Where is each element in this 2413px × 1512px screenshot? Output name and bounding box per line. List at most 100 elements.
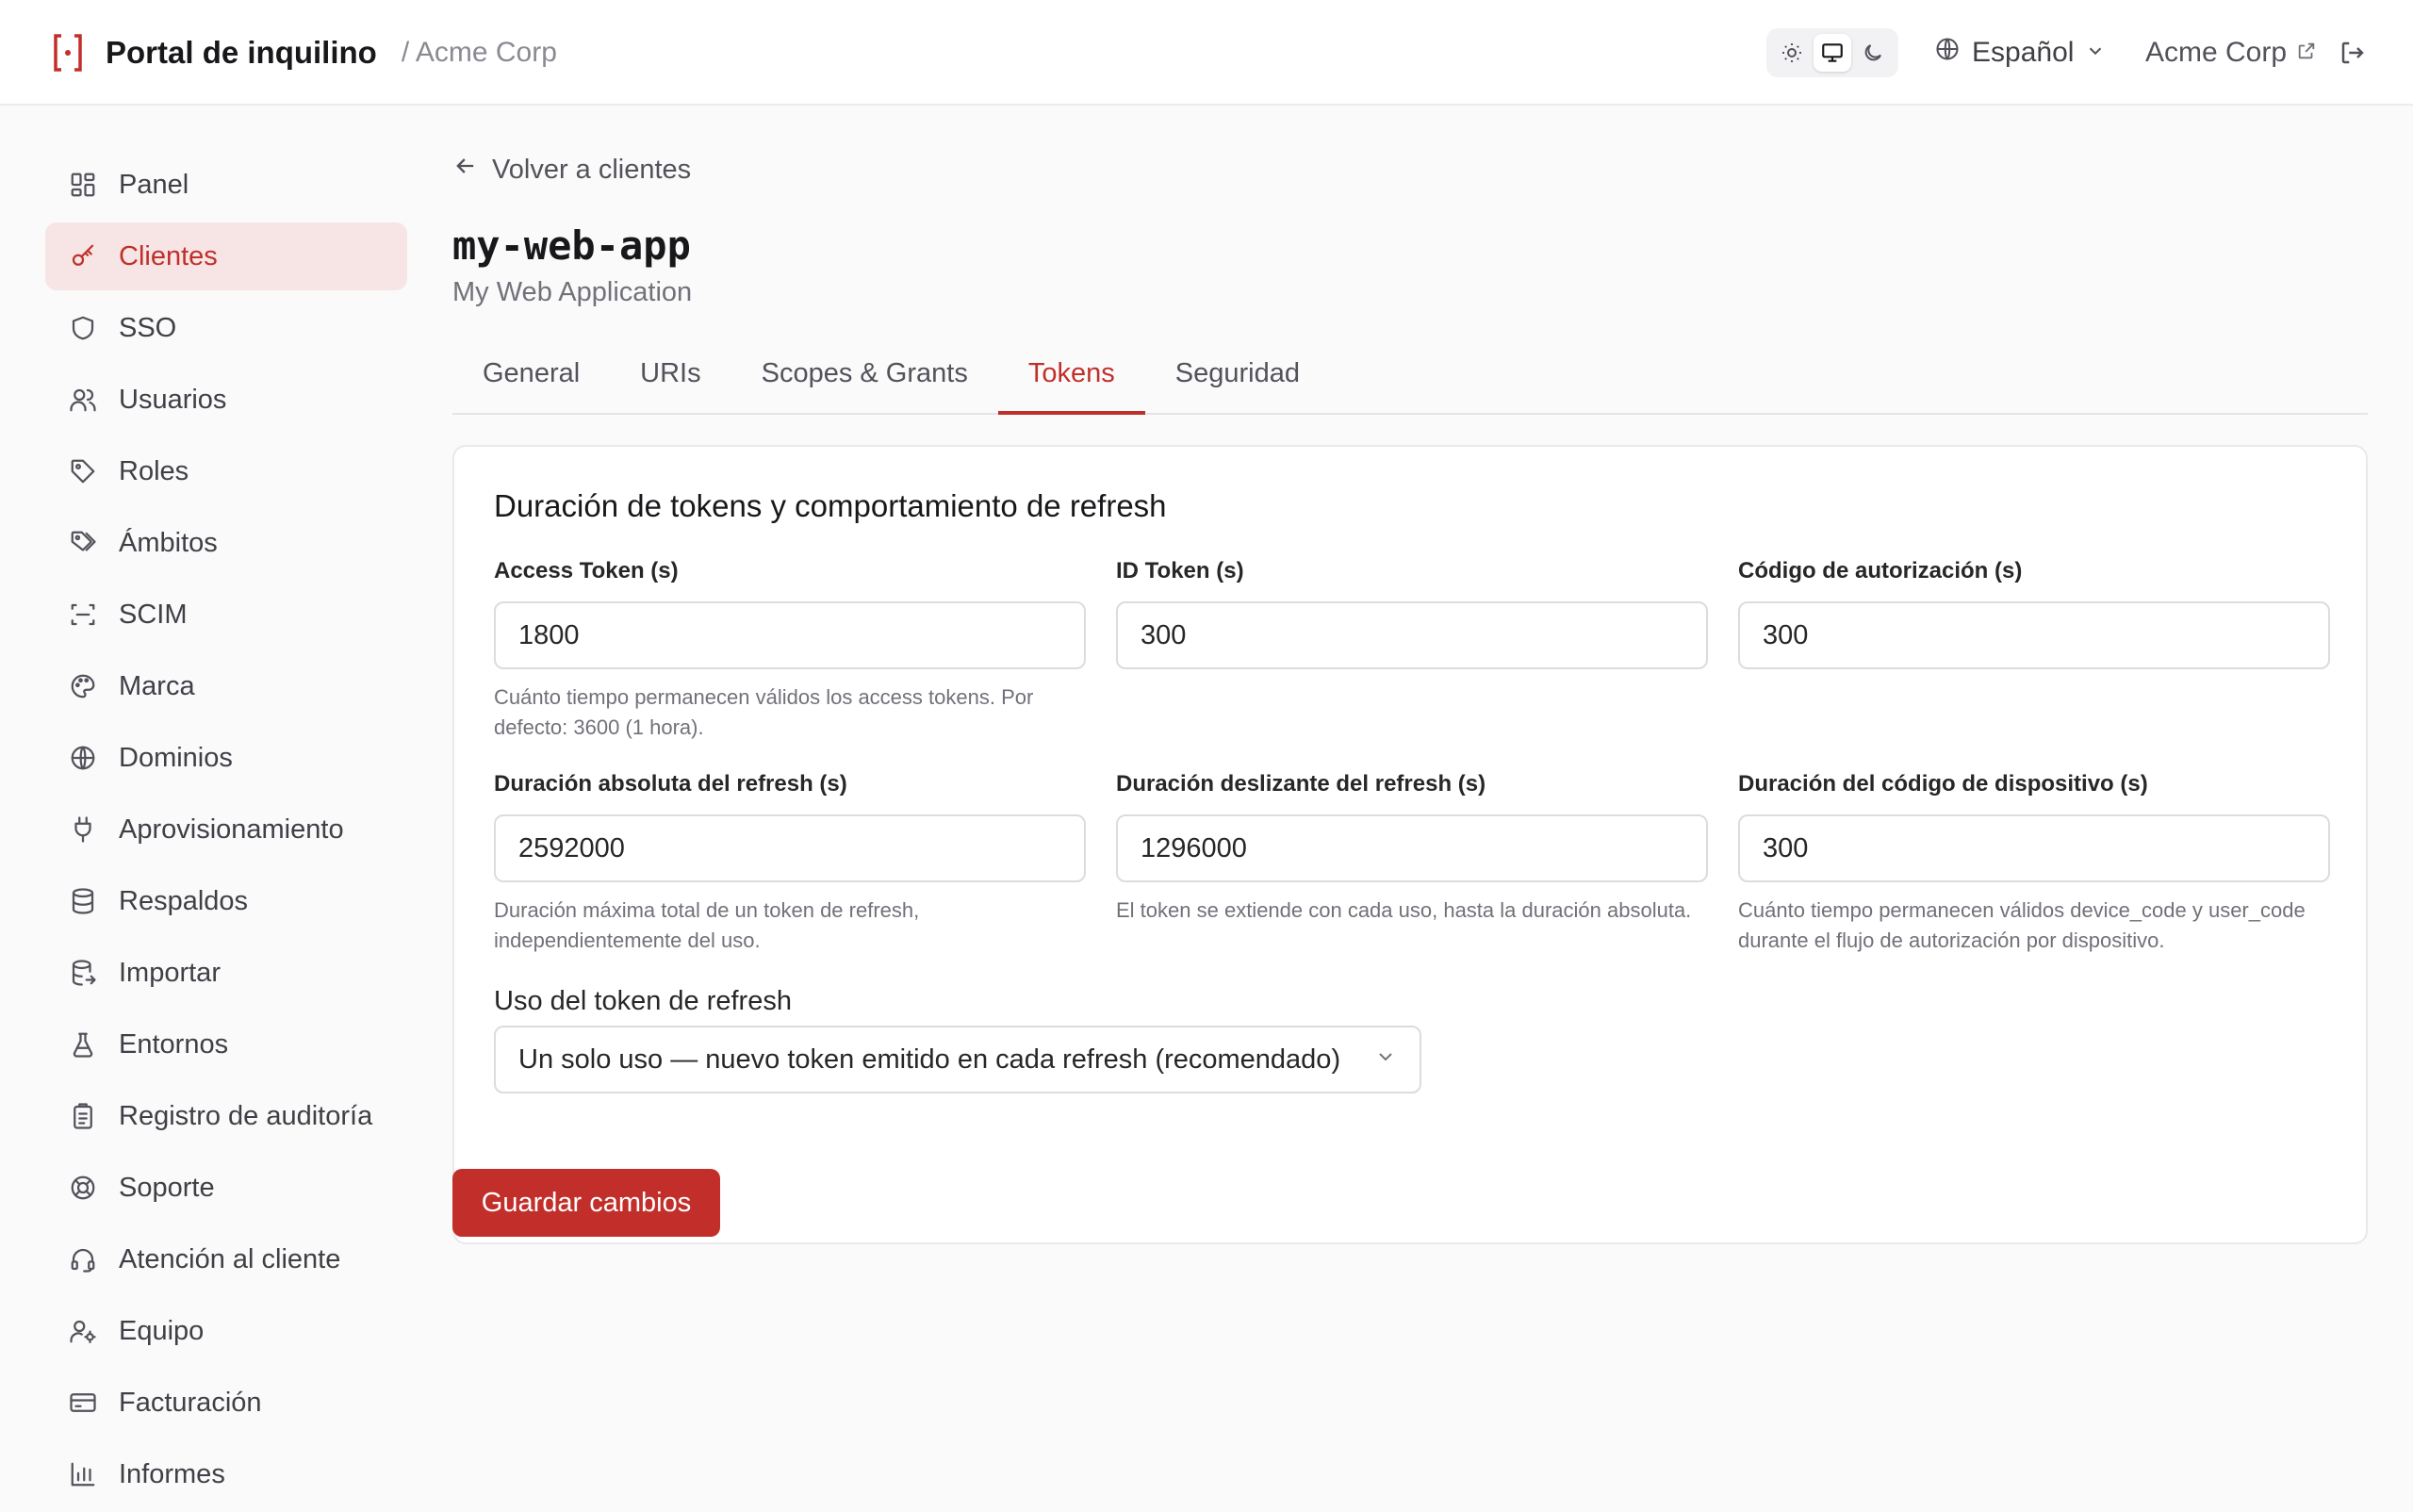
sidebar-item-roles[interactable]: Roles [45, 437, 407, 505]
sidebar-item-label: Aprovisionamiento [119, 814, 344, 845]
palette-icon [68, 671, 98, 701]
logout-icon[interactable] [2334, 34, 2372, 72]
sidebar-item-scim[interactable]: SCIM [45, 581, 407, 649]
sidebar-item-label: Atención al cliente [119, 1243, 341, 1274]
sidebar-item-label: Facturación [119, 1387, 262, 1418]
dashboard-icon [68, 170, 98, 200]
sidebar-item-label: Panel [119, 169, 189, 200]
field-input[interactable]: 2592000 [494, 814, 1086, 882]
sidebar-item-importar[interactable]: Importar [45, 939, 407, 1007]
users-icon [68, 385, 98, 415]
back-to-clients-link[interactable]: Volver a clientes [452, 153, 691, 187]
refresh-usage-label: Uso del token de refresh [494, 986, 792, 1016]
sidebar-item-entornos[interactable]: Entornos [45, 1011, 407, 1078]
org-link[interactable]: Acme Corp [2145, 30, 2317, 75]
card-title: Duración de tokens y comportamiento de r… [494, 488, 1167, 523]
sidebar-item-marca[interactable]: Marca [45, 652, 407, 720]
app-title: Portal de inquilino [106, 35, 377, 70]
sidebar-item-clientes[interactable]: Clientes [45, 222, 407, 290]
lifebuoy-icon [68, 1173, 98, 1203]
field-help-text: El token se extiende con cada uso, hasta… [1116, 898, 1692, 922]
sidebar-item-respaldos[interactable]: Respaldos [45, 867, 407, 935]
token-field: Access Token (s) 1800 Cuánto tiempo perman… [494, 558, 1086, 743]
back-label: Volver a clientes [492, 154, 692, 185]
tab-scopes-grants[interactable]: Scopes & Grants [731, 336, 998, 415]
field-label: Duración deslizante del refresh (s) [1116, 771, 1486, 797]
clipboard-icon [68, 1101, 98, 1131]
sidebar-item-label: Respaldos [119, 885, 249, 916]
sidebar-item-registro-de-auditoría[interactable]: Registro de auditoría [45, 1082, 407, 1150]
tab-uris[interactable]: URIs [610, 336, 730, 415]
sidebar-item-label: SCIM [119, 599, 188, 630]
theme-toggle [1766, 28, 1898, 77]
sidebar-item-facturación[interactable]: Facturación [45, 1369, 407, 1437]
field-help-text: Duración máxima total de un token de ref… [494, 898, 920, 952]
chevron-down-icon [1374, 1044, 1397, 1076]
sidebar-item-label: SSO [119, 312, 177, 343]
arrow-left-icon [452, 153, 479, 187]
refresh-usage-select[interactable]: Un solo uso — nuevo token emitido en cad… [494, 1026, 1421, 1093]
key-icon [68, 241, 98, 271]
sidebar-item-label: Clientes [119, 240, 218, 271]
headset-icon [68, 1244, 98, 1274]
bar-chart-icon [68, 1459, 98, 1489]
external-link-icon [2296, 37, 2317, 69]
scan-icon [68, 600, 98, 630]
field-label: Duración absoluta del refresh (s) [494, 771, 847, 797]
language-selector[interactable]: Español [1934, 30, 2106, 75]
flask-icon [68, 1029, 98, 1060]
monitor-icon[interactable] [1813, 34, 1851, 72]
sidebar-item-equipo[interactable]: Equipo [45, 1297, 407, 1365]
field-label: Duración del código de dispositivo (s) [1738, 771, 2148, 797]
sidebar-item-label: Importar [119, 957, 221, 988]
tab-bar: General URIs Scopes & Grants Tokens Segurida… [452, 336, 2368, 415]
sidebar-item-aprovisionamiento[interactable]: Aprovisionamiento [45, 796, 407, 863]
sidebar-item-label: Ámbitos [119, 527, 218, 558]
sidebar-item-label: Informes [119, 1458, 225, 1489]
client-name-subtitle: My Web Application [452, 277, 693, 307]
top-bar: Portal de inquilino / Acme Corp Español … [0, 0, 2413, 106]
field-input[interactable]: 300 [1116, 601, 1708, 669]
sidebar-item-ámbitos[interactable]: Ámbitos [45, 509, 407, 577]
tab-general[interactable]: General [452, 336, 610, 415]
tag-icon [68, 456, 98, 486]
sun-icon[interactable] [1773, 34, 1811, 72]
moon-icon[interactable] [1854, 34, 1892, 72]
sidebar-item-atención-al-cliente[interactable]: Atención al cliente [45, 1225, 407, 1293]
field-input[interactable]: 300 [1738, 814, 2330, 882]
field-help-text: Cuánto tiempo permanecen válidos los acc… [494, 685, 1034, 739]
token-settings-card: Duración de tokens y comportamiento de r… [452, 445, 2368, 1244]
field-input[interactable]: 300 [1738, 601, 2330, 669]
sidebar-item-label: Entornos [119, 1028, 229, 1060]
field-label: Access Token (s) [494, 558, 679, 583]
sidebar-item-soporte[interactable]: Soporte [45, 1154, 407, 1222]
database-icon [68, 886, 98, 916]
user-cog-icon [68, 1316, 98, 1346]
refresh-usage-value: Un solo uso — nuevo token emitido en cad… [518, 1044, 1341, 1075]
tags-icon [68, 528, 98, 558]
sidebar: Panel Clientes SSO Usuarios Roles Ámbitos SCIM… [45, 151, 407, 1512]
field-help-text: Cuánto tiempo permanecen válidos device_… [1738, 898, 2306, 952]
field-input[interactable]: 1800 [494, 601, 1086, 669]
sidebar-item-label: Equipo [119, 1315, 205, 1346]
sidebar-item-label: Usuarios [119, 384, 227, 415]
globe-icon [68, 743, 98, 773]
field-input[interactable]: 1296000 [1116, 814, 1708, 882]
field-label: Código de autorización (s) [1738, 558, 2023, 583]
sidebar-item-usuarios[interactable]: Usuarios [45, 366, 407, 434]
tab-tokens[interactable]: Tokens [997, 336, 1145, 415]
save-button[interactable]: Guardar cambios [452, 1169, 720, 1237]
sidebar-item-panel[interactable]: Panel [45, 151, 407, 219]
sidebar-item-dominios[interactable]: Dominios [45, 724, 407, 792]
database-import-icon [68, 958, 98, 988]
sidebar-item-sso[interactable]: SSO [45, 294, 407, 362]
token-field: Duración deslizante del refresh (s) 12960… [1116, 771, 1708, 926]
field-label: ID Token (s) [1116, 558, 1244, 583]
token-field: Duración absoluta del refresh (s) 2592000… [494, 771, 1086, 956]
tab-seguridad[interactable]: Seguridad [1145, 336, 1330, 415]
shield-icon [68, 313, 98, 343]
globe-icon [1934, 36, 1961, 70]
brand-bracket-icon [49, 28, 87, 77]
sidebar-item-informes[interactable]: Informes [45, 1440, 407, 1508]
brand[interactable]: Portal de inquilino / Acme Corp [49, 28, 557, 77]
